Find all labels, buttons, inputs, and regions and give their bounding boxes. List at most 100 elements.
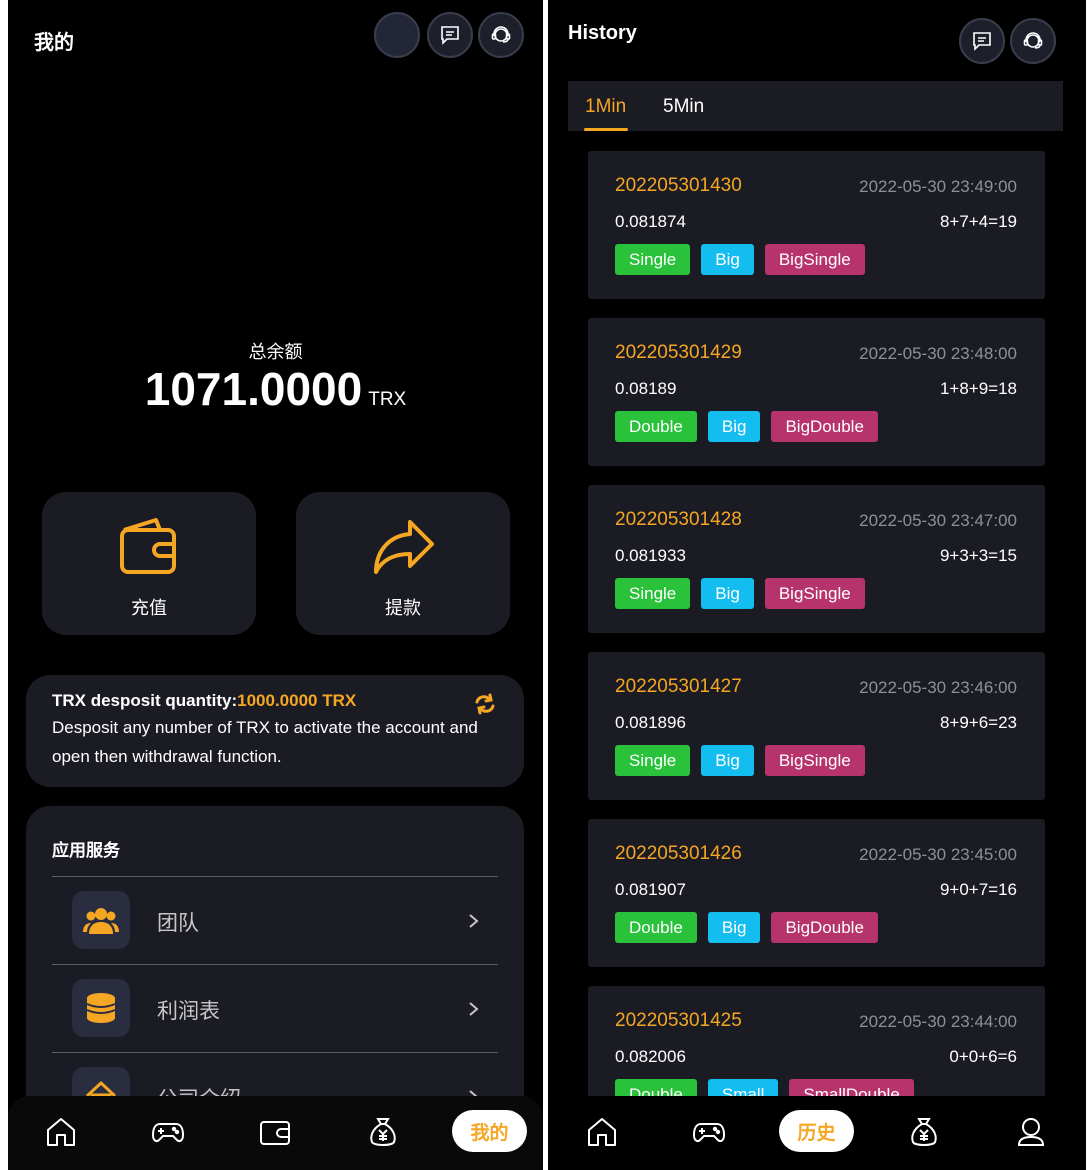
nav-home[interactable] (41, 1112, 81, 1152)
team-icon (83, 908, 119, 934)
nav-mine-active[interactable]: 我的 (452, 1110, 527, 1152)
coins-icon-box (72, 979, 130, 1037)
record-tags: Single Big BigSingle (615, 578, 865, 609)
record-sum: 8+7+4=19 (939, 212, 1017, 231)
notice-title: TRX desposit quantity:1000.0000 TRX (52, 691, 498, 711)
wallet-icon (260, 1121, 290, 1145)
result-tag: BigDouble (771, 912, 878, 943)
record-issue: 202205301427 (615, 676, 742, 697)
record-tags: Single Big BigSingle (615, 244, 865, 275)
tab-5min[interactable]: 5Min (663, 96, 704, 118)
result-tag: BigSingle (764, 578, 865, 609)
profile-screen: 我的 总余额 1071.0000 TRX 充值 提款 TRX desposit q… (8, 0, 543, 1170)
balance-label: 总余额 (248, 342, 303, 362)
nav-games[interactable] (148, 1112, 188, 1152)
wallet-icon (120, 518, 176, 574)
result-tag: Big (707, 411, 761, 442)
history-record: 202205301430 2022-05-30 23:49:00 0.081874 8… (588, 151, 1045, 299)
result-tag: Double (615, 411, 697, 442)
nav-wallet[interactable] (255, 1112, 295, 1152)
support-button[interactable] (1010, 18, 1056, 64)
nav-home[interactable] (582, 1112, 622, 1152)
avatar[interactable] (374, 12, 420, 58)
deposit-notice: TRX desposit quantity:1000.0000 TRX Desp… (26, 675, 524, 787)
record-time: 2022-05-30 23:48:00 (859, 344, 1017, 363)
record-sum: 1+8+9=18 (939, 379, 1017, 398)
withdraw-label: 提款 (385, 598, 421, 618)
record-tags: Single Big BigSingle (615, 745, 865, 776)
message-button[interactable] (427, 12, 473, 58)
user-icon (1017, 1118, 1045, 1146)
record-tags: Double Big BigDouble (615, 411, 878, 442)
support-button[interactable] (478, 12, 524, 58)
result-tag: Double (615, 912, 697, 943)
result-tag: BigSingle (764, 244, 865, 275)
message-icon (973, 32, 991, 51)
result-tag: Single (615, 578, 691, 609)
service-label: 利润表 (157, 1000, 220, 1023)
result-tag: Single (615, 745, 691, 776)
home-icon (588, 1118, 616, 1146)
nav-profile[interactable] (1011, 1112, 1051, 1152)
deposit-button[interactable]: 充值 (42, 492, 256, 635)
nav-history-active[interactable]: 历史 (779, 1110, 854, 1152)
result-tag: BigSingle (764, 745, 865, 776)
record-time: 2022-05-30 23:47:00 (859, 511, 1017, 530)
record-time: 2022-05-30 23:45:00 (859, 845, 1017, 864)
record-sum: 0+0+6=6 (949, 1047, 1017, 1066)
record-time: 2022-05-30 23:44:00 (859, 1012, 1017, 1031)
record-sum: 9+3+3=15 (939, 546, 1017, 565)
coins-icon (86, 993, 116, 1023)
record-issue: 202205301429 (615, 342, 742, 363)
gamepad-icon (151, 1123, 185, 1143)
bottom-nav: 我的 (8, 1096, 543, 1170)
result-tag: BigDouble (771, 411, 878, 442)
service-item-team[interactable]: 团队 (52, 876, 498, 964)
history-screen: History 1Min 5Min 202205301430 2022-05-30… (548, 0, 1086, 1170)
nav-games[interactable] (689, 1112, 729, 1152)
record-hash: 0.081907 (615, 880, 686, 899)
result-tag: Big (701, 745, 754, 776)
record-issue: 202205301425 (615, 1010, 742, 1031)
interval-tabs: 1Min 5Min (568, 81, 1063, 131)
record-hash: 0.082006 (615, 1047, 686, 1066)
services-title: 应用服务 (52, 841, 120, 860)
history-record: 202205301426 2022-05-30 23:45:00 0.081907 9… (588, 819, 1045, 967)
nav-finance[interactable] (363, 1112, 403, 1152)
record-sum: 9+0+7=16 (939, 880, 1017, 899)
chevron-right-icon (469, 914, 479, 928)
history-record: 202205301429 2022-05-30 23:48:00 0.08189 1+… (588, 318, 1045, 466)
notice-title-value: 1000.0000 TRX (237, 691, 357, 710)
result-tag: Big (701, 578, 754, 609)
result-tag: Single (615, 244, 691, 275)
balance-amount: 1071.0000 (144, 363, 363, 415)
bottom-nav: 历史 (548, 1096, 1086, 1170)
record-issue: 202205301426 (615, 843, 742, 864)
record-sum: 8+9+6=23 (939, 713, 1017, 732)
record-time: 2022-05-30 23:49:00 (859, 177, 1017, 196)
money-bag-icon (911, 1118, 937, 1146)
headset-icon (1023, 32, 1043, 49)
result-tag: Big (707, 912, 761, 943)
nav-finance[interactable] (904, 1112, 944, 1152)
refresh-icon[interactable] (474, 693, 496, 715)
withdraw-button[interactable]: 提款 (296, 492, 510, 635)
money-bag-icon (370, 1118, 396, 1146)
home-icon (47, 1118, 75, 1146)
service-item-profit[interactable]: 利润表 (52, 964, 498, 1052)
record-hash: 0.081896 (615, 713, 686, 732)
message-icon (441, 26, 459, 45)
balance-unit: TRX (368, 389, 407, 410)
gamepad-icon (692, 1123, 726, 1143)
record-hash: 0.081874 (615, 212, 686, 231)
page-title: History (568, 22, 637, 44)
record-issue: 202205301428 (615, 509, 742, 530)
record-hash: 0.08189 (615, 379, 677, 398)
record-hash: 0.081933 (615, 546, 686, 565)
message-button[interactable] (959, 18, 1005, 64)
headset-icon (491, 26, 511, 43)
chevron-right-icon (469, 1002, 479, 1016)
team-icon-box (72, 891, 130, 949)
page-title: 我的 (34, 32, 74, 54)
tab-1min[interactable]: 1Min (585, 96, 626, 118)
